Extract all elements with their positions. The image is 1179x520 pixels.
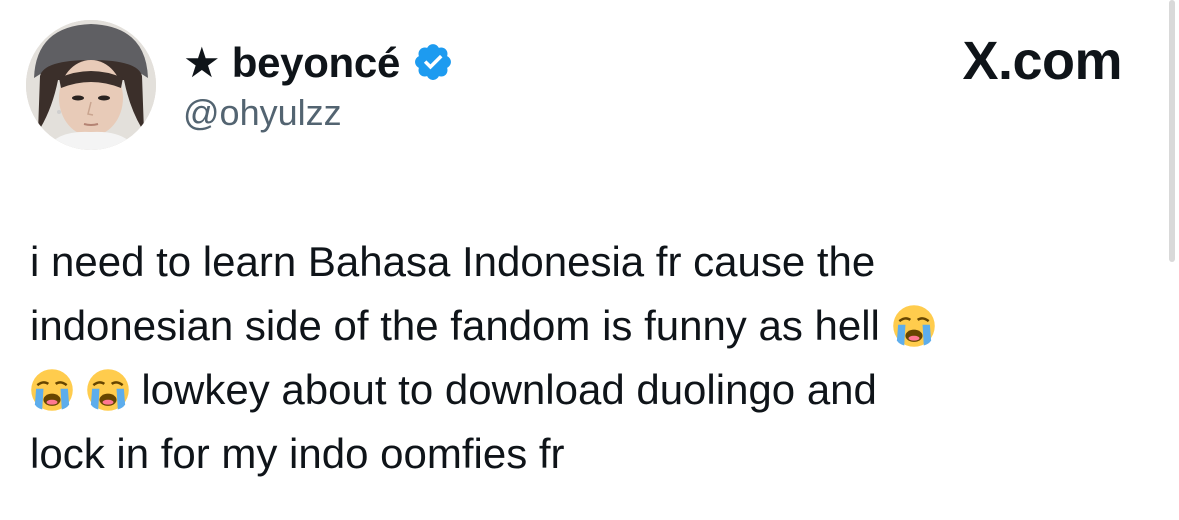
avatar[interactable]: [26, 20, 156, 150]
loudly-crying-face-icon: [892, 305, 935, 347]
avatar-image: [26, 20, 156, 150]
user-handle[interactable]: @ohyulzz: [183, 92, 342, 134]
tweet-line-4: lock in for my indo oomfies fr: [30, 430, 565, 477]
loudly-crying-face-icon: [31, 369, 73, 411]
site-logo-text: X.com: [962, 31, 1122, 91]
tweet-text: i need to learn Bahasa Indonesia fr caus…: [30, 230, 1140, 486]
account-name-row: ★ beyoncé: [183, 34, 454, 90]
tweet-line-3: lowkey about to download duolingo and: [30, 358, 1140, 422]
loudly-crying-face-icon: [86, 369, 129, 411]
scrollbar[interactable]: [1169, 0, 1175, 262]
display-name[interactable]: ★ beyoncé: [183, 38, 400, 87]
tweet-line-2: indonesian side of the fandom is funny a…: [30, 294, 1140, 358]
verified-badge-icon: [415, 44, 451, 80]
tweet-line-1: i need to learn Bahasa Indonesia fr caus…: [30, 238, 876, 285]
